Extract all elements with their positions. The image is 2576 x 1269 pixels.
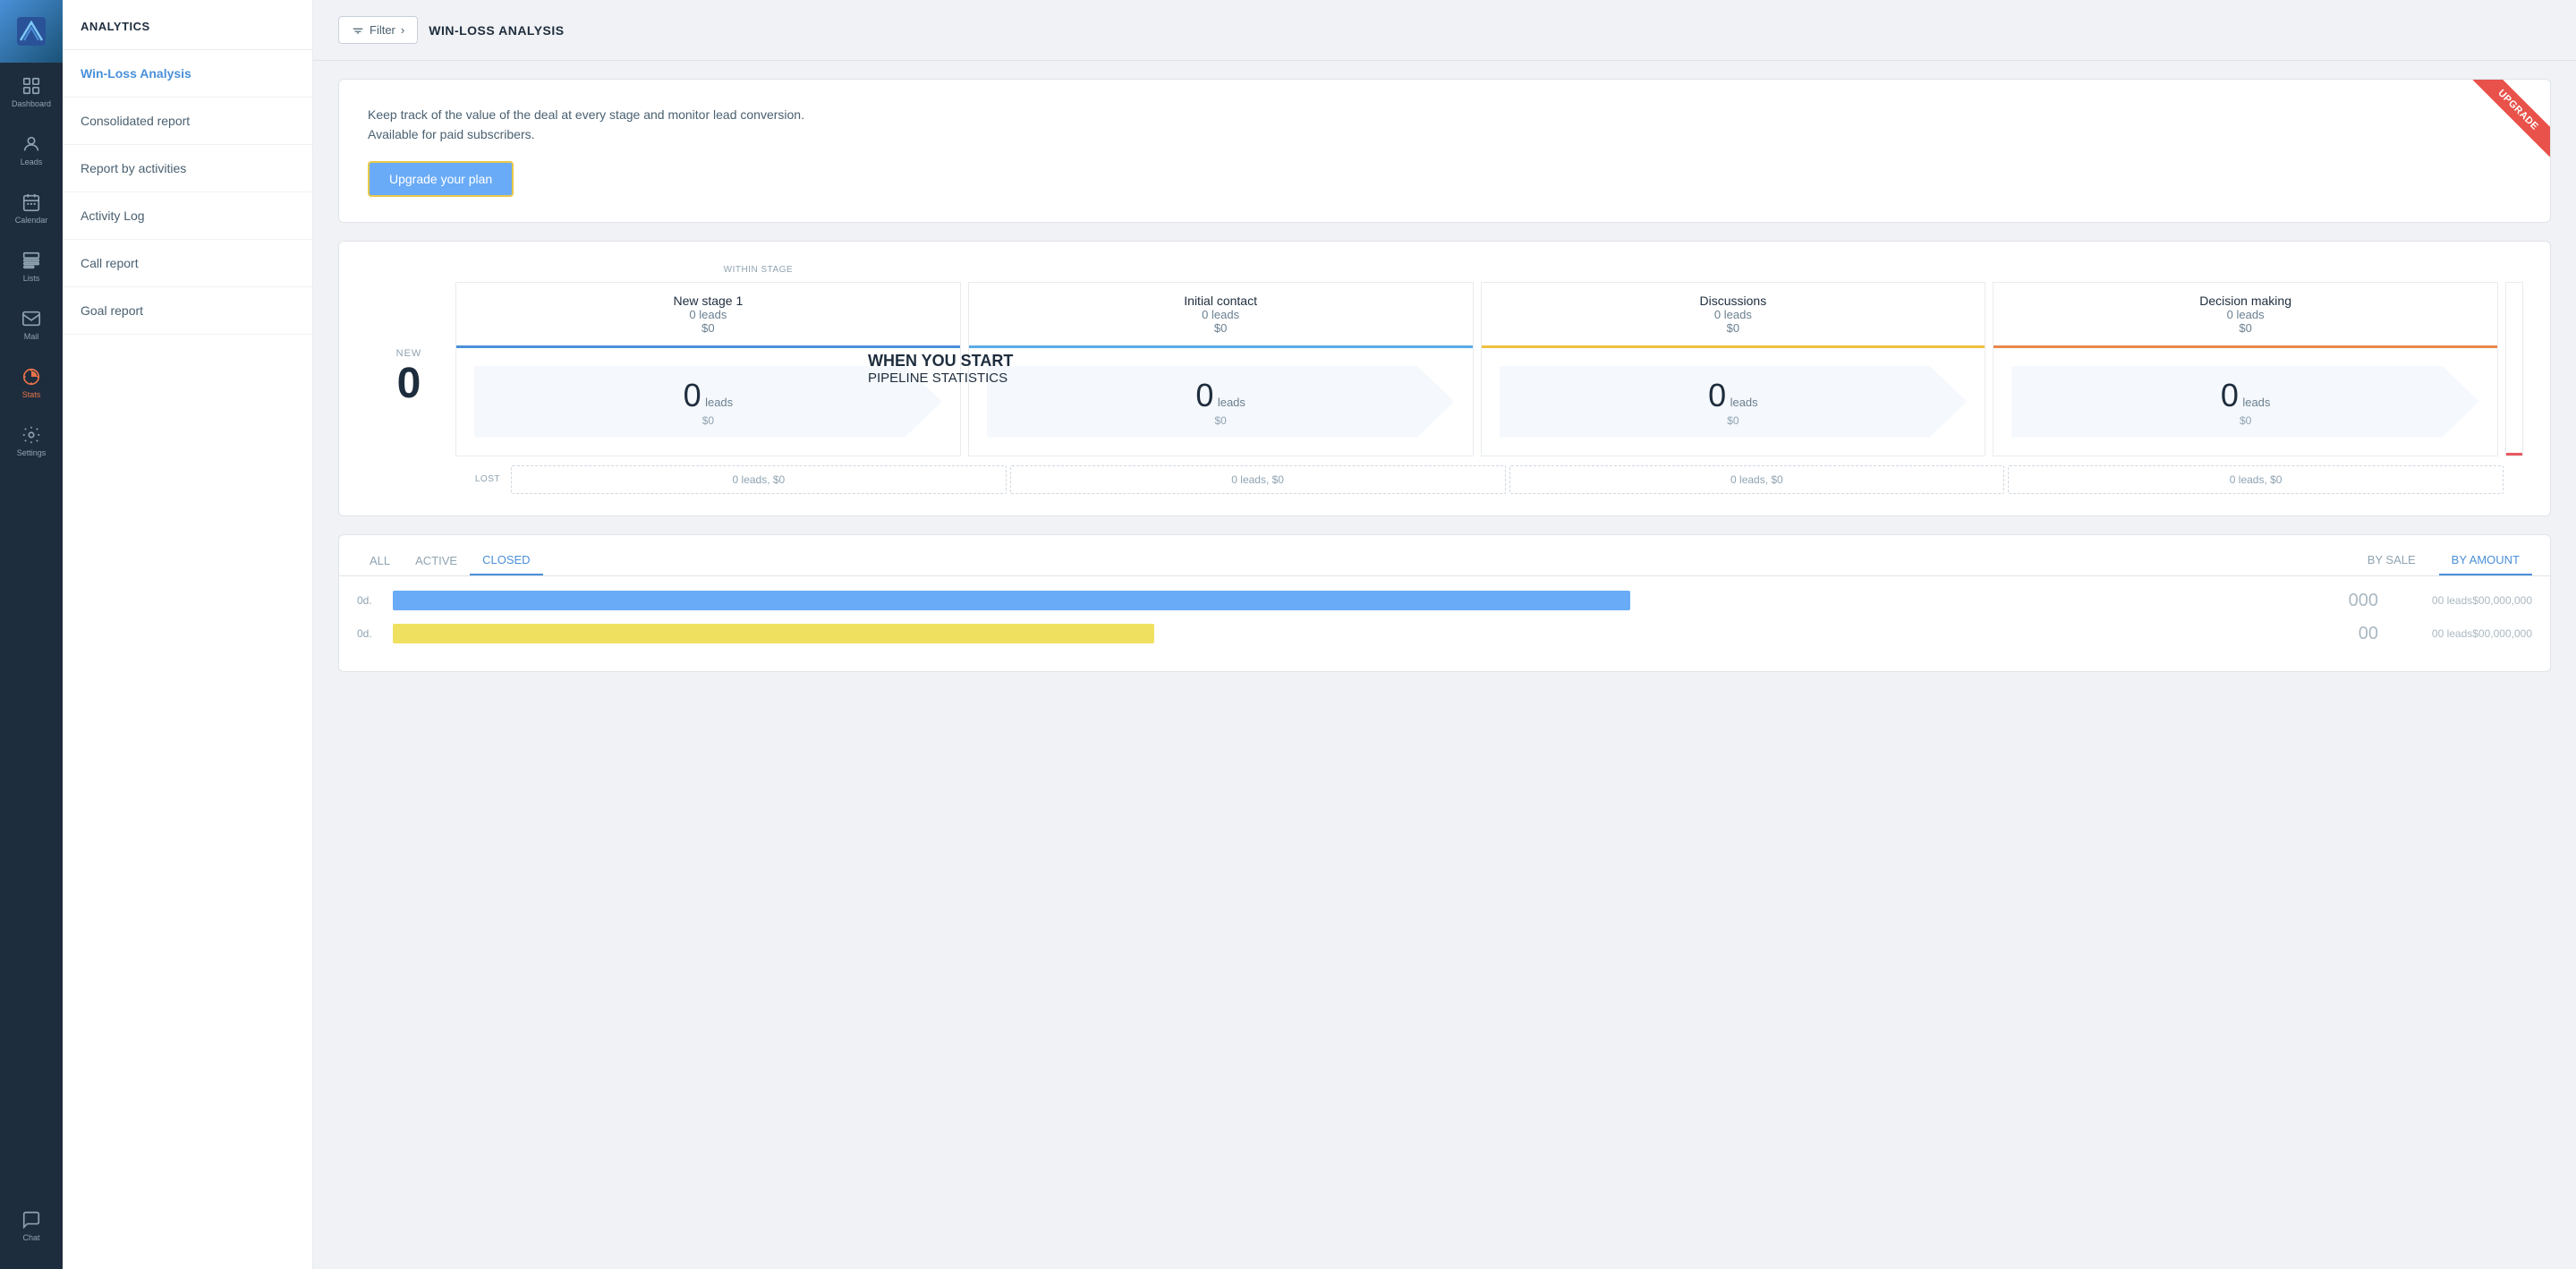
nav-leads[interactable]: Leads [0,121,63,179]
pipeline-row-labels: WITHIN STAGE [454,263,2525,277]
chart-row-2-label: 0d. [357,627,382,640]
lost-row: LOST 0 leads, $0 0 leads, $0 0 leads, $0… [454,465,2525,494]
chart-row-2-count: 00 [2307,624,2378,644]
nav-calendar-label: Calendar [15,216,48,225]
icon-navigation: Dashboard Leads Calendar Lists [0,0,63,1269]
sidebar-item-consolidated[interactable]: Consolidated report [63,98,312,145]
sidebar-item-activity-log[interactable]: Activity Log [63,192,312,240]
content-area: Keep track of the value of the deal at e… [313,61,2576,1269]
tab-all[interactable]: ALL [357,547,403,575]
header-bar: Filter › WIN-LOSS ANALYSIS [313,0,2576,61]
lost-col-1: 0 leads, $0 [511,465,1007,494]
nav-calendar[interactable]: Calendar [0,179,63,237]
tab-by-sale[interactable]: BY SALE [2355,546,2428,575]
stage-header-3: Discussions 0 leads $0 [1482,283,1985,348]
lost-col-2: 0 leads, $0 [1010,465,1506,494]
stage-col-3: Discussions 0 leads $0 0 leads [1481,282,1986,456]
upgrade-ribbon: UPGRADE [2461,80,2550,169]
chart-row-1: 0d. 000 00 leads$00,000,000 [357,591,2532,611]
stage-header-4: Decision making 0 leads $0 [1994,283,2497,348]
tab-active[interactable]: ACTIVE [403,547,470,575]
lost-label: LOST [454,474,507,484]
sidebar-item-by-activities[interactable]: Report by activities [63,145,312,192]
pipeline-columns: New stage 1 0 leads $0 0 leads [454,280,2525,458]
stage-header-1: New stage 1 0 leads $0 [456,283,960,348]
nav-dashboard[interactable]: Dashboard [0,63,63,121]
chart-bar-1 [393,591,1630,610]
nav-dashboard-label: Dashboard [12,99,51,108]
lost-col-4: 0 leads, $0 [2008,465,2504,494]
stage-body-3: 0 leads $0 [1482,348,1985,456]
stage-col-2: Initial contact 0 leads $0 0 leads [968,282,1474,456]
app-logo [0,0,63,63]
sidebar-item-goal-report[interactable]: Goal report [63,287,312,335]
filter-icon [352,24,364,37]
sidebar: ANALYTICS Win-Loss Analysis Consolidated… [63,0,313,1269]
pipeline-new-section: NEW 0 [364,263,454,494]
stage-body-1: 0 leads $0 [456,348,960,456]
nav-stats[interactable]: Stats [0,353,63,412]
chart-row-2: 0d. 00 00 leads$00,000,000 [357,624,2532,644]
stage-header-2: Initial contact 0 leads $0 [969,283,1473,348]
stage-body-4: 0 leads $0 [1994,348,2497,456]
upgrade-card: Keep track of the value of the deal at e… [338,79,2551,223]
pipeline-new-count: 0 [397,359,421,408]
bottom-tabs: ALL ACTIVE CLOSED BY SALE BY AMOUNT [339,535,2550,576]
chart-row-1-meta: 00 leads$00,000,000 [2389,594,2532,607]
nav-stats-label: Stats [22,390,41,399]
nav-mail[interactable]: Mail [0,295,63,353]
chart-bar-2 [393,624,1154,643]
lost-col-3: 0 leads, $0 [1509,465,2005,494]
tab-by-amount[interactable]: BY AMOUNT [2439,546,2532,575]
nav-leads-label: Leads [21,158,43,166]
tab-closed[interactable]: CLOSED [470,546,542,575]
upgrade-button[interactable]: Upgrade your plan [368,161,514,197]
chart-area: 0d. 000 00 leads$00,000,000 0d. 00 00 le… [339,576,2550,671]
stage-col-4: Decision making 0 leads $0 0 leads [1993,282,2498,456]
sidebar-header: ANALYTICS [63,0,312,50]
chart-row-1-bar-area [393,591,2296,610]
stage-body-2: 0 leads $0 [969,348,1473,456]
nav-lists-label: Lists [23,274,40,283]
sidebar-item-call-report[interactable]: Call report [63,240,312,287]
upgrade-card-text: Keep track of the value of the deal at e… [368,105,905,145]
page-title: WIN-LOSS ANALYSIS [429,23,564,38]
stage-col-5-partial [2505,282,2523,456]
filter-button[interactable]: Filter › [338,16,418,44]
nav-settings-label: Settings [17,448,47,457]
chart-row-1-label: 0d. [357,594,382,607]
sidebar-item-win-loss[interactable]: Win-Loss Analysis [63,50,312,98]
nav-mail-label: Mail [24,332,39,341]
upgrade-ribbon-text: UPGRADE [2472,80,2550,157]
chart-row-2-bar-area [393,624,2296,643]
nav-lists[interactable]: Lists [0,237,63,295]
pipeline-stages-area: WITHIN STAGE [454,263,2525,494]
nav-settings[interactable]: Settings [0,412,63,470]
pipeline-body: New stage 1 0 leads $0 0 leads [454,280,2525,458]
pipeline-new-label: NEW [396,348,422,359]
main-content: Filter › WIN-LOSS ANALYSIS Keep track of… [313,0,2576,1269]
chart-row-2-meta: 00 leads$00,000,000 [2389,627,2532,640]
nav-chat-label: Chat [22,1233,39,1242]
bottom-card: ALL ACTIVE CLOSED BY SALE BY AMOUNT 0d. … [338,534,2551,672]
bottom-right-tabs: BY SALE BY AMOUNT [2355,546,2532,575]
pipeline-card: NEW 0 WITHIN STAGE [338,241,2551,516]
chart-row-1-count: 000 [2307,591,2378,611]
stage-col-1: New stage 1 0 leads $0 0 leads [455,282,961,456]
nav-chat[interactable]: Chat [0,1197,63,1255]
